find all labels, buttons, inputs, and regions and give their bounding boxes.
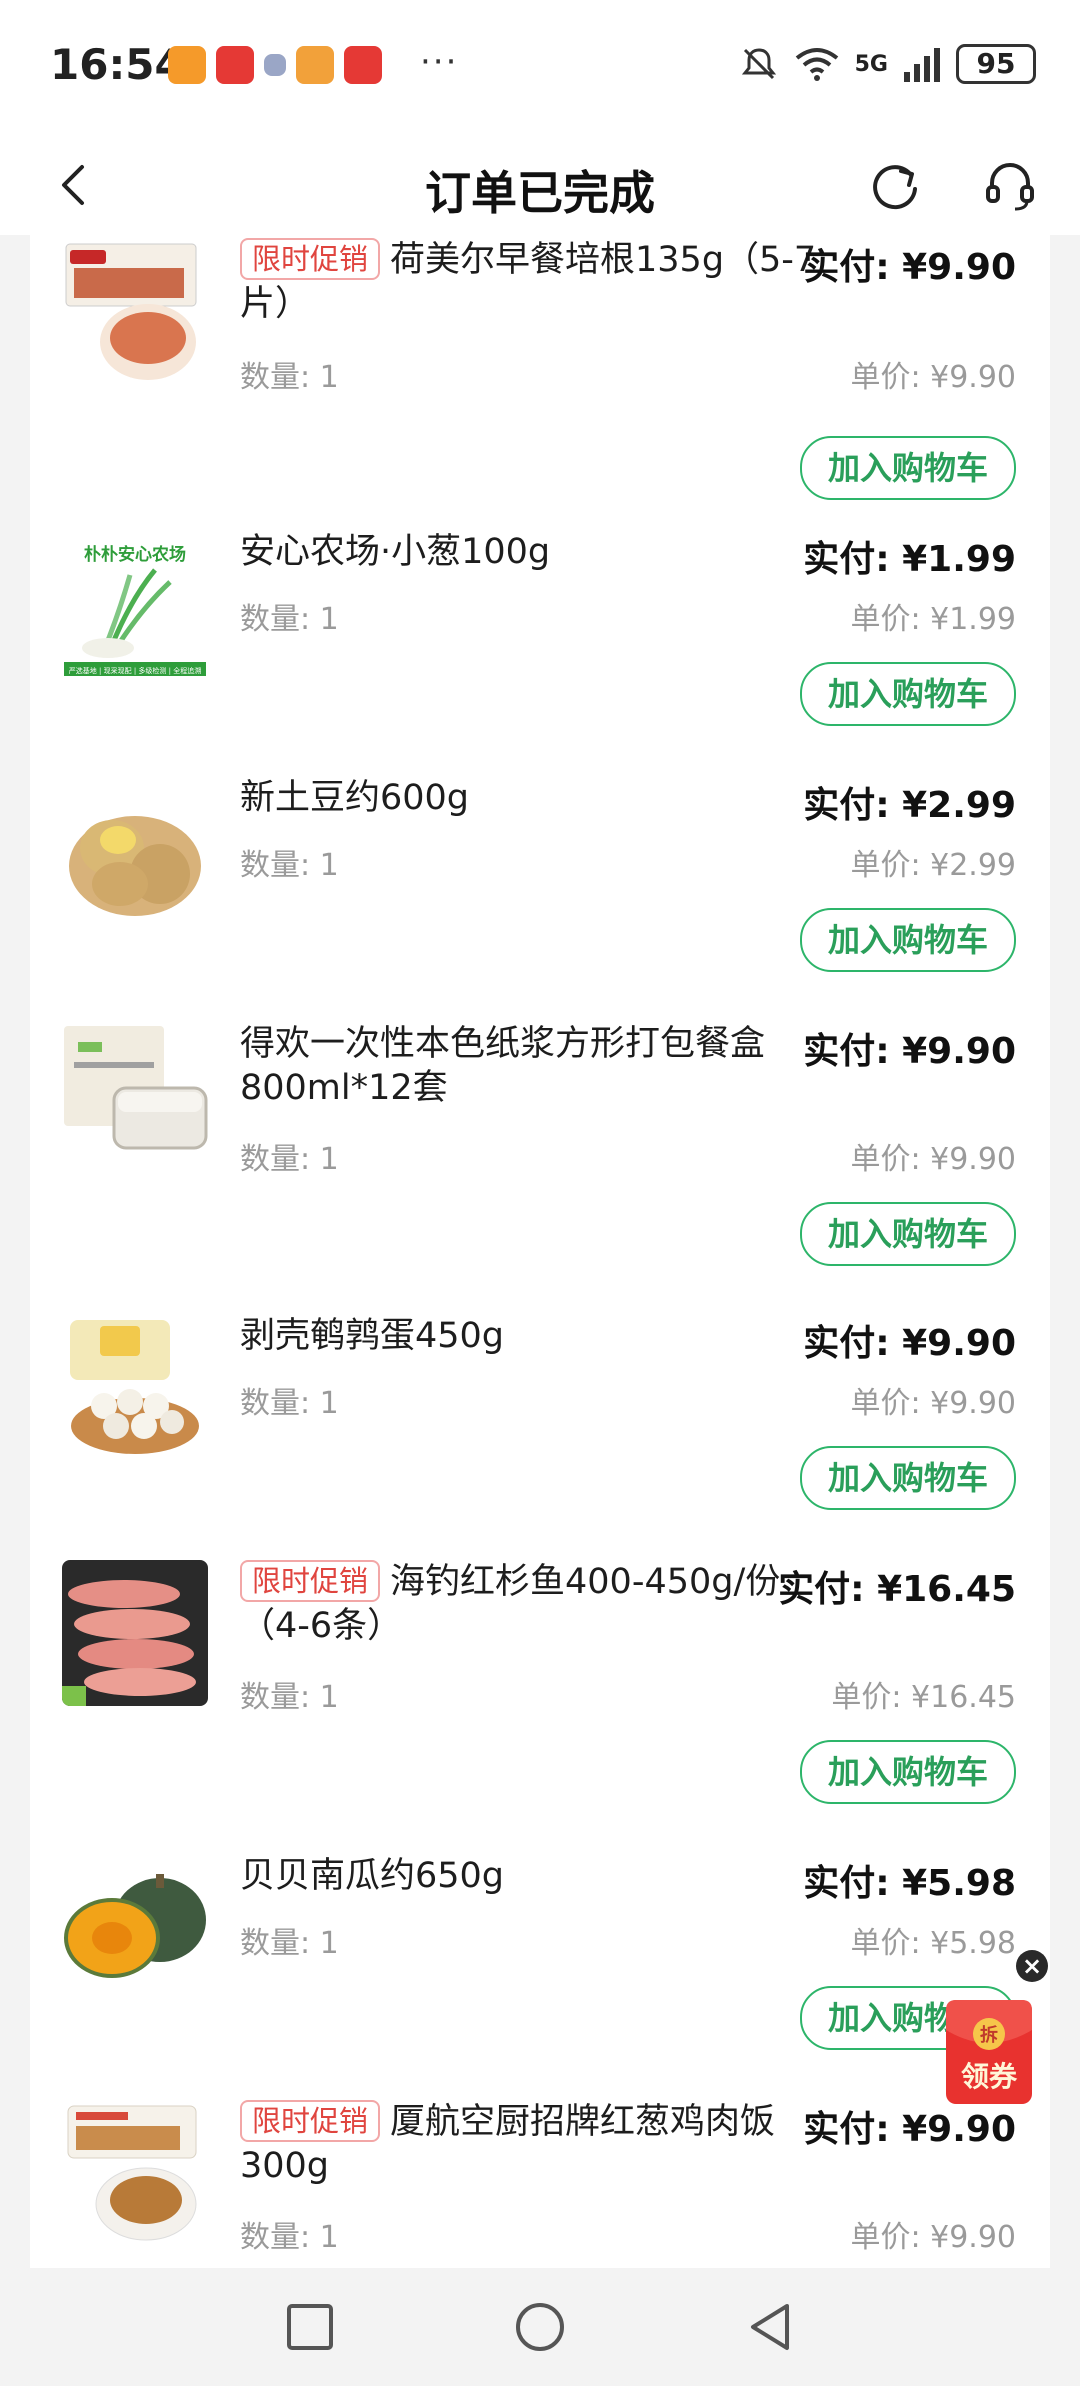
item-quantity: 数量: 1	[240, 2220, 339, 2255]
small-app-icon	[264, 54, 286, 76]
paid-price: 实付: ¥5.98	[803, 1863, 1016, 1904]
product-image-food-box[interactable]	[60, 1022, 210, 1172]
item-title: 限时促销 海钓红杉鱼400-450g/份（4-6条）	[240, 1560, 810, 1648]
status-time: 16:54	[50, 40, 184, 89]
item-title: 贝贝南瓜约650g	[240, 1854, 830, 1898]
mute-icon	[741, 48, 776, 80]
mascot-app-icon	[216, 46, 254, 84]
add-to-cart-button[interactable]: 加入购物车	[800, 1740, 1016, 1804]
promo-tag: 限时促销	[240, 238, 381, 280]
unit-price: 单价: ¥9.90	[850, 1386, 1016, 1421]
unit-price: 单价: ¥16.45	[831, 1680, 1016, 1715]
add-to-cart-button[interactable]: 加入购物车	[800, 436, 1016, 500]
item-quantity: 数量: 1	[240, 1926, 339, 1961]
product-image-red-fish[interactable]	[62, 1560, 208, 1706]
product-image-quail-eggs[interactable]	[60, 1314, 210, 1464]
system-status: 5G 95	[739, 44, 1036, 84]
add-to-cart-button[interactable]: 加入购物车	[800, 662, 1016, 726]
product-image-pumpkin[interactable]	[60, 1854, 210, 2004]
promo-tag: 限时促销	[240, 2100, 381, 2142]
triangle-back-nav-icon[interactable]	[735, 2292, 805, 2362]
product-image-scallion[interactable]: 朴朴安心农场 严选基地 | 现采现配 | 多级检测 | 全程追溯	[60, 530, 210, 680]
paid-price: 实付: ¥1.99	[803, 539, 1016, 580]
add-to-cart-button[interactable]: 加入购物车	[800, 1202, 1016, 1266]
item-name[interactable]: 贝贝南瓜约650g	[240, 1856, 504, 1896]
status-bar: 16:54 ··· 5G 95	[0, 0, 1080, 135]
product-image-potato[interactable]	[60, 776, 210, 926]
paid-price: 实付: ¥16.45	[778, 1569, 1016, 1610]
customer-service-icon[interactable]	[980, 157, 1040, 217]
notification-icons	[168, 46, 382, 84]
item-quantity: 数量: 1	[240, 602, 339, 637]
item-quantity: 数量: 1	[240, 1680, 339, 1715]
coupon-label: 领券	[961, 2060, 1018, 2093]
order-item-list: 限时促销 荷美尔早餐培根135g（5-7片） 实付: ¥9.90 数量: 1 单价…	[30, 220, 1050, 2268]
battery-icon: 95	[956, 44, 1036, 84]
circle-nav-icon[interactable]	[505, 2292, 575, 2362]
signal-icon	[904, 48, 940, 82]
coupon-close-button[interactable]: ×	[1016, 1950, 1048, 1982]
item-title: 新土豆约600g	[240, 776, 830, 820]
square-nav-icon[interactable]	[275, 2292, 345, 2362]
network-type: 5G	[854, 51, 888, 77]
item-title: 剥壳鹌鹑蛋450g	[240, 1314, 830, 1358]
item-title: 得欢一次性本色纸浆方形打包餐盒800ml*12套	[240, 1022, 830, 1110]
paid-price: 实付: ¥9.90	[803, 2109, 1016, 2150]
box-app-icon	[296, 46, 334, 84]
paid-price: 实付: ¥9.90	[803, 1031, 1016, 1072]
mascot-app-icon-2	[344, 46, 382, 84]
add-to-cart-button[interactable]: 加入购物车	[800, 908, 1016, 972]
paid-price: 实付: ¥9.90	[803, 247, 1016, 288]
item-title: 安心农场·小葱100g	[240, 530, 830, 574]
product-image-bacon[interactable]	[60, 238, 210, 388]
paid-price: 实付: ¥2.99	[803, 785, 1016, 826]
item-quantity: 数量: 1	[240, 848, 339, 883]
promo-tag: 限时促销	[240, 1560, 381, 1602]
item-quantity: 数量: 1	[240, 1142, 339, 1177]
wifi-icon	[795, 48, 838, 81]
item-quantity: 数量: 1	[240, 1386, 339, 1421]
item-name[interactable]: 新土豆约600g	[240, 778, 469, 818]
item-title: 限时促销 厦航空厨招牌红葱鸡肉饭300g	[240, 2100, 830, 2188]
product-image-chicken-rice[interactable]	[60, 2100, 210, 2250]
image-subtext: 严选基地 | 现采现配 | 多级检测 | 全程追溯	[69, 666, 201, 675]
unit-price: 单价: ¥2.99	[850, 848, 1016, 883]
item-title: 限时促销 荷美尔早餐培根135g（5-7片）	[240, 238, 830, 326]
paid-price: 实付: ¥9.90	[803, 1323, 1016, 1364]
unit-price: 单价: ¥9.90	[850, 2220, 1016, 2255]
item-quantity: 数量: 1	[240, 360, 339, 395]
unit-price: 单价: ¥1.99	[850, 602, 1016, 637]
more-notifications: ···	[420, 42, 459, 82]
coupon-open-text: 拆	[980, 2024, 998, 2046]
image-brand-text: 朴朴安心农场	[84, 544, 186, 565]
heart-app-icon	[168, 46, 206, 84]
refresh-icon[interactable]	[865, 157, 925, 217]
item-name[interactable]: 剥壳鹌鹑蛋450g	[240, 1316, 504, 1356]
unit-price: 单价: ¥9.90	[850, 360, 1016, 395]
item-name[interactable]: 得欢一次性本色纸浆方形打包餐盒800ml*12套	[240, 1024, 765, 1108]
item-name[interactable]: 安心农场·小葱100g	[240, 532, 550, 572]
add-to-cart-button[interactable]: 加入购物车	[800, 1446, 1016, 1510]
unit-price: 单价: ¥5.98	[850, 1926, 1016, 1961]
unit-price: 单价: ¥9.90	[850, 1142, 1016, 1177]
coupon-red-packet[interactable]: 拆 领券	[942, 1994, 1036, 2106]
system-nav-bar	[0, 2268, 1080, 2386]
